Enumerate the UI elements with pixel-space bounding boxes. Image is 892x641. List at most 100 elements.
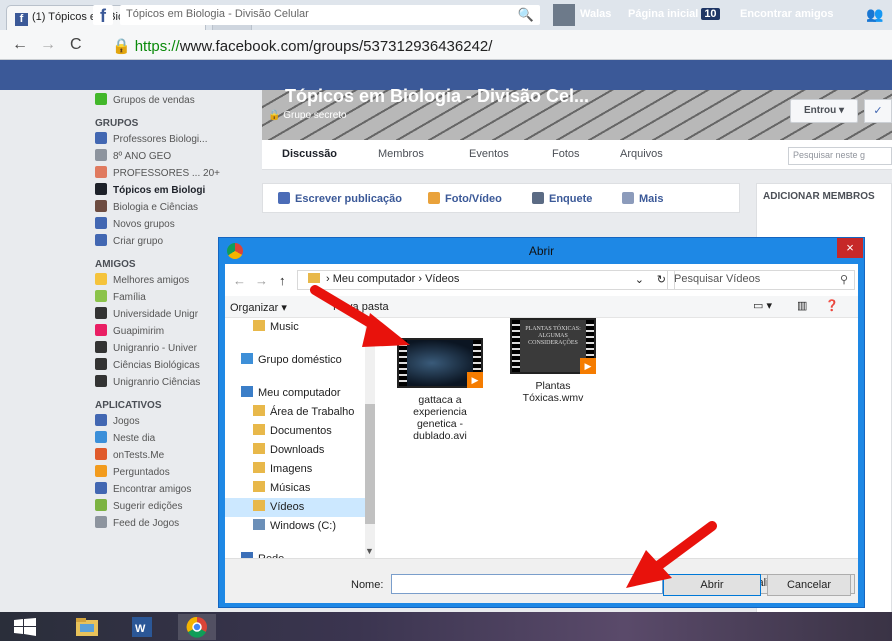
tree-item[interactable]: Windows (C:) bbox=[225, 517, 374, 536]
tree-item[interactable]: Documentos bbox=[225, 422, 374, 441]
sidebar-app-item-icon bbox=[95, 516, 107, 528]
back-icon[interactable]: ← bbox=[233, 273, 246, 288]
sidebar-group-item-icon bbox=[95, 132, 107, 144]
sidebar-group-item-label: 8º ANO GEO bbox=[113, 151, 172, 162]
tab-members[interactable]: Membros bbox=[378, 148, 424, 160]
sidebar-group-item[interactable]: Professores Biologi... bbox=[95, 131, 255, 148]
sidebar-app-item-icon bbox=[95, 465, 107, 477]
group-title[interactable]: Tópicos em Biologia - Divisão Cel... bbox=[285, 86, 589, 107]
photo-video-button[interactable]: Foto/Vídeo bbox=[428, 192, 502, 205]
sidebar-group-item[interactable]: 8º ANO GEO bbox=[95, 148, 255, 165]
sidebar-group-item[interactable]: Novos grupos bbox=[95, 216, 255, 233]
sidebar-app-item-icon bbox=[95, 499, 107, 511]
pc-icon bbox=[241, 386, 253, 397]
word-taskbar-icon[interactable]: W bbox=[122, 614, 160, 640]
find-friends-link[interactable]: Encontrar amigos bbox=[740, 8, 834, 20]
more-icon bbox=[622, 192, 634, 204]
chrome-taskbar-icon[interactable] bbox=[178, 614, 216, 640]
thumbnail-text: PLANTAS TÓXICAS: ALGUMAS CONSIDERAÇÕES bbox=[525, 326, 581, 346]
pencil-icon bbox=[278, 192, 290, 204]
sidebar-app-item-label: onTests.Me bbox=[113, 450, 165, 461]
back-icon[interactable]: ← bbox=[12, 36, 28, 54]
forward-icon[interactable]: → bbox=[255, 273, 268, 288]
photo-video-label: Foto/Vídeo bbox=[445, 193, 502, 205]
sidebar-app-item-label: Sugerir edições bbox=[113, 501, 183, 512]
tree-scrollbar-thumb[interactable] bbox=[365, 404, 375, 524]
sidebar-app-item-label: Encontrar amigos bbox=[113, 484, 192, 495]
write-post-button[interactable]: Escrever publicação bbox=[278, 192, 402, 205]
facebook-search-text: Tópicos em Biologia - Divisão Celular bbox=[126, 8, 309, 20]
sidebar-friend-item-icon bbox=[95, 307, 107, 319]
sidebar-top-item[interactable]: Grupos de vendas bbox=[95, 92, 255, 109]
up-icon[interactable]: ↑ bbox=[279, 273, 286, 288]
tree-item[interactable]: Rede bbox=[225, 550, 374, 558]
joined-button[interactable]: Entrou ▾ bbox=[790, 99, 858, 123]
sidebar-group-item[interactable]: Biologia e Ciências bbox=[95, 199, 255, 216]
scroll-down-icon[interactable]: ▼ bbox=[365, 546, 374, 556]
facebook-search-input[interactable]: Tópicos em Biologia - Divisão Celular 🔍 bbox=[120, 5, 540, 25]
sidebar-app-item-label: Neste dia bbox=[113, 433, 156, 444]
sidebar-group-item[interactable]: Tópicos em Biologi bbox=[95, 182, 255, 199]
file-explorer-taskbar-icon[interactable] bbox=[68, 614, 106, 640]
sidebar-friend-item-icon bbox=[95, 341, 107, 353]
tree-item[interactable]: Área de Trabalho bbox=[225, 403, 374, 422]
folder-icon bbox=[253, 462, 265, 473]
home-icon bbox=[241, 353, 253, 364]
tree-item-label: Músicas bbox=[270, 482, 311, 494]
view-options-icon[interactable]: ▭ ▾ bbox=[753, 299, 772, 312]
file-name: Plantas Tóxicas.wmv bbox=[522, 380, 584, 404]
tab-photos[interactable]: Fotos bbox=[552, 148, 580, 160]
home-link[interactable]: Página inicial 10 bbox=[628, 8, 720, 20]
folder-icon bbox=[308, 273, 320, 283]
sidebar-friend-item-label: Ciências Biológicas bbox=[113, 360, 200, 371]
sidebar-app-item-label: Feed de Jogos bbox=[113, 518, 180, 529]
tree-item[interactable]: Músicas bbox=[225, 479, 374, 498]
forward-icon[interactable]: → bbox=[40, 36, 56, 54]
tree-item[interactable]: Meu computador bbox=[225, 384, 374, 403]
help-icon[interactable]: ❓ bbox=[825, 299, 839, 312]
sidebar-group-item-icon bbox=[95, 234, 107, 246]
file-item-plantas[interactable]: PLANTAS TÓXICAS: ALGUMAS CONSIDERAÇÕES ▶… bbox=[508, 318, 598, 404]
breadcrumb-item-computer[interactable]: Meu computador bbox=[333, 273, 416, 285]
group-search-input[interactable]: Pesquisar neste g bbox=[788, 147, 892, 165]
reload-icon[interactable]: C bbox=[70, 36, 82, 54]
home-label: Página inicial bbox=[628, 8, 699, 20]
sidebar-group-item-icon bbox=[95, 200, 107, 212]
sidebar-friend-item-icon bbox=[95, 375, 107, 387]
search-icon[interactable]: 🔍 bbox=[518, 7, 534, 23]
close-icon[interactable]: × bbox=[837, 238, 863, 258]
more-button[interactable]: Mais bbox=[622, 192, 663, 205]
url-field[interactable]: 🔒 https://www.facebook.com/groups/5373129… bbox=[106, 34, 890, 56]
sidebar-friend-item-label: Melhores amigos bbox=[113, 275, 190, 286]
url-text: www.facebook.com/groups/537312936436242/ bbox=[179, 38, 493, 55]
folder-icon bbox=[253, 481, 265, 492]
preview-pane-icon[interactable]: ▥ bbox=[797, 299, 807, 312]
organize-menu[interactable]: Organizar ▾ bbox=[230, 301, 287, 314]
tree-item[interactable]: Imagens bbox=[225, 460, 374, 479]
tab-files[interactable]: Arquivos bbox=[620, 148, 663, 160]
sidebar-group-item[interactable]: PROFESSORES ... 20+ bbox=[95, 165, 255, 182]
poll-button[interactable]: Enquete bbox=[532, 192, 592, 205]
facebook-logo[interactable]: f bbox=[93, 5, 113, 26]
notifications-check-button[interactable]: ✓ bbox=[864, 99, 892, 123]
group-privacy-label: Grupo secreto bbox=[283, 110, 347, 121]
chevron-down-icon[interactable]: ⌄ bbox=[635, 273, 644, 286]
tree-item-label: Vídeos bbox=[270, 501, 305, 513]
refresh-icon[interactable]: ↻ bbox=[657, 273, 666, 286]
avatar[interactable] bbox=[553, 4, 575, 26]
tab-discussion[interactable]: Discussão bbox=[282, 148, 337, 160]
profile-link[interactable]: Walas bbox=[580, 8, 611, 20]
tree-item[interactable]: Vídeos bbox=[225, 498, 374, 517]
tab-events[interactable]: Eventos bbox=[469, 148, 509, 160]
tree-item[interactable]: Downloads bbox=[225, 441, 374, 460]
sidebar-group-item-label: Tópicos em Biologi bbox=[113, 185, 206, 196]
cancel-button[interactable]: Cancelar bbox=[767, 574, 851, 596]
sidebar-friend-item-label: Unigranrio - Univer bbox=[113, 343, 197, 354]
breadcrumb-item-videos[interactable]: Vídeos bbox=[425, 273, 459, 285]
search-input[interactable]: Pesquisar Vídeos ⚲ bbox=[667, 270, 855, 290]
windows-start-icon[interactable] bbox=[14, 618, 36, 636]
write-post-label: Escrever publicação bbox=[295, 193, 403, 205]
friend-requests-icon[interactable]: 👥 bbox=[866, 6, 883, 23]
video-thumbnail: PLANTAS TÓXICAS: ALGUMAS CONSIDERAÇÕES ▶ bbox=[510, 318, 596, 374]
